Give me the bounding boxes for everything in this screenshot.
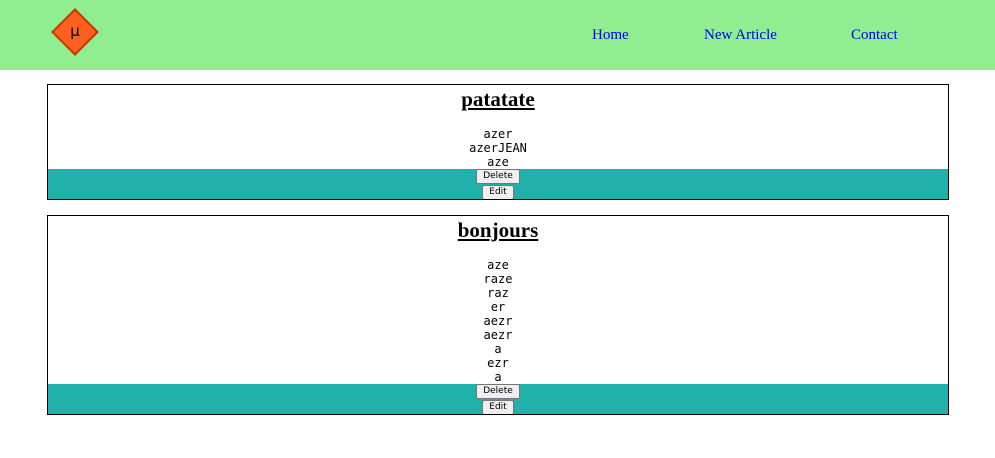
delete-button[interactable]: Delete	[476, 169, 520, 184]
article-body-line: aze	[487, 155, 509, 169]
article-body: aze raze raz er aezr aezr a ezr a	[48, 246, 948, 384]
article-body-line: a	[494, 370, 502, 384]
article-title: bonjours	[457, 218, 539, 242]
article-body-line: ezr	[487, 356, 509, 370]
nav-link-new-article[interactable]: New Article	[704, 26, 777, 44]
nav-link-home[interactable]: Home	[592, 26, 629, 44]
article-actions: Delete Edit	[48, 384, 948, 414]
article-body-line: raz	[487, 286, 509, 300]
article-body-line: er	[490, 300, 506, 314]
logo-letter: μ	[70, 22, 80, 40]
article-body-line: aezr	[483, 328, 513, 342]
mu-diamond-logo-icon[interactable]: μ	[50, 7, 100, 57]
article-actions: Delete Edit	[48, 169, 948, 199]
nav-link-contact[interactable]: Contact	[851, 26, 898, 44]
article-body-line: a	[494, 342, 502, 356]
article-body-line: aze	[487, 258, 509, 272]
article-card: patatate azer azerJEAN aze Delete Edit	[47, 84, 949, 200]
article-title: patatate	[461, 87, 535, 111]
articles-list: patatate azer azerJEAN aze Delete Edit b…	[47, 84, 949, 430]
article-card: bonjours aze raze raz er aezr aezr a ezr…	[47, 215, 949, 415]
article-body-line: aezr	[483, 314, 513, 328]
edit-button[interactable]: Edit	[482, 400, 514, 414]
edit-button[interactable]: Edit	[482, 185, 514, 199]
delete-button[interactable]: Delete	[476, 384, 520, 399]
article-body: azer azerJEAN aze	[48, 115, 948, 169]
article-body-line: azerJEAN	[469, 141, 527, 155]
top-navigation-bar: μ Home New Article Contact	[0, 0, 995, 70]
article-body-line: raze	[483, 272, 513, 286]
article-body-line: azer	[483, 127, 513, 141]
